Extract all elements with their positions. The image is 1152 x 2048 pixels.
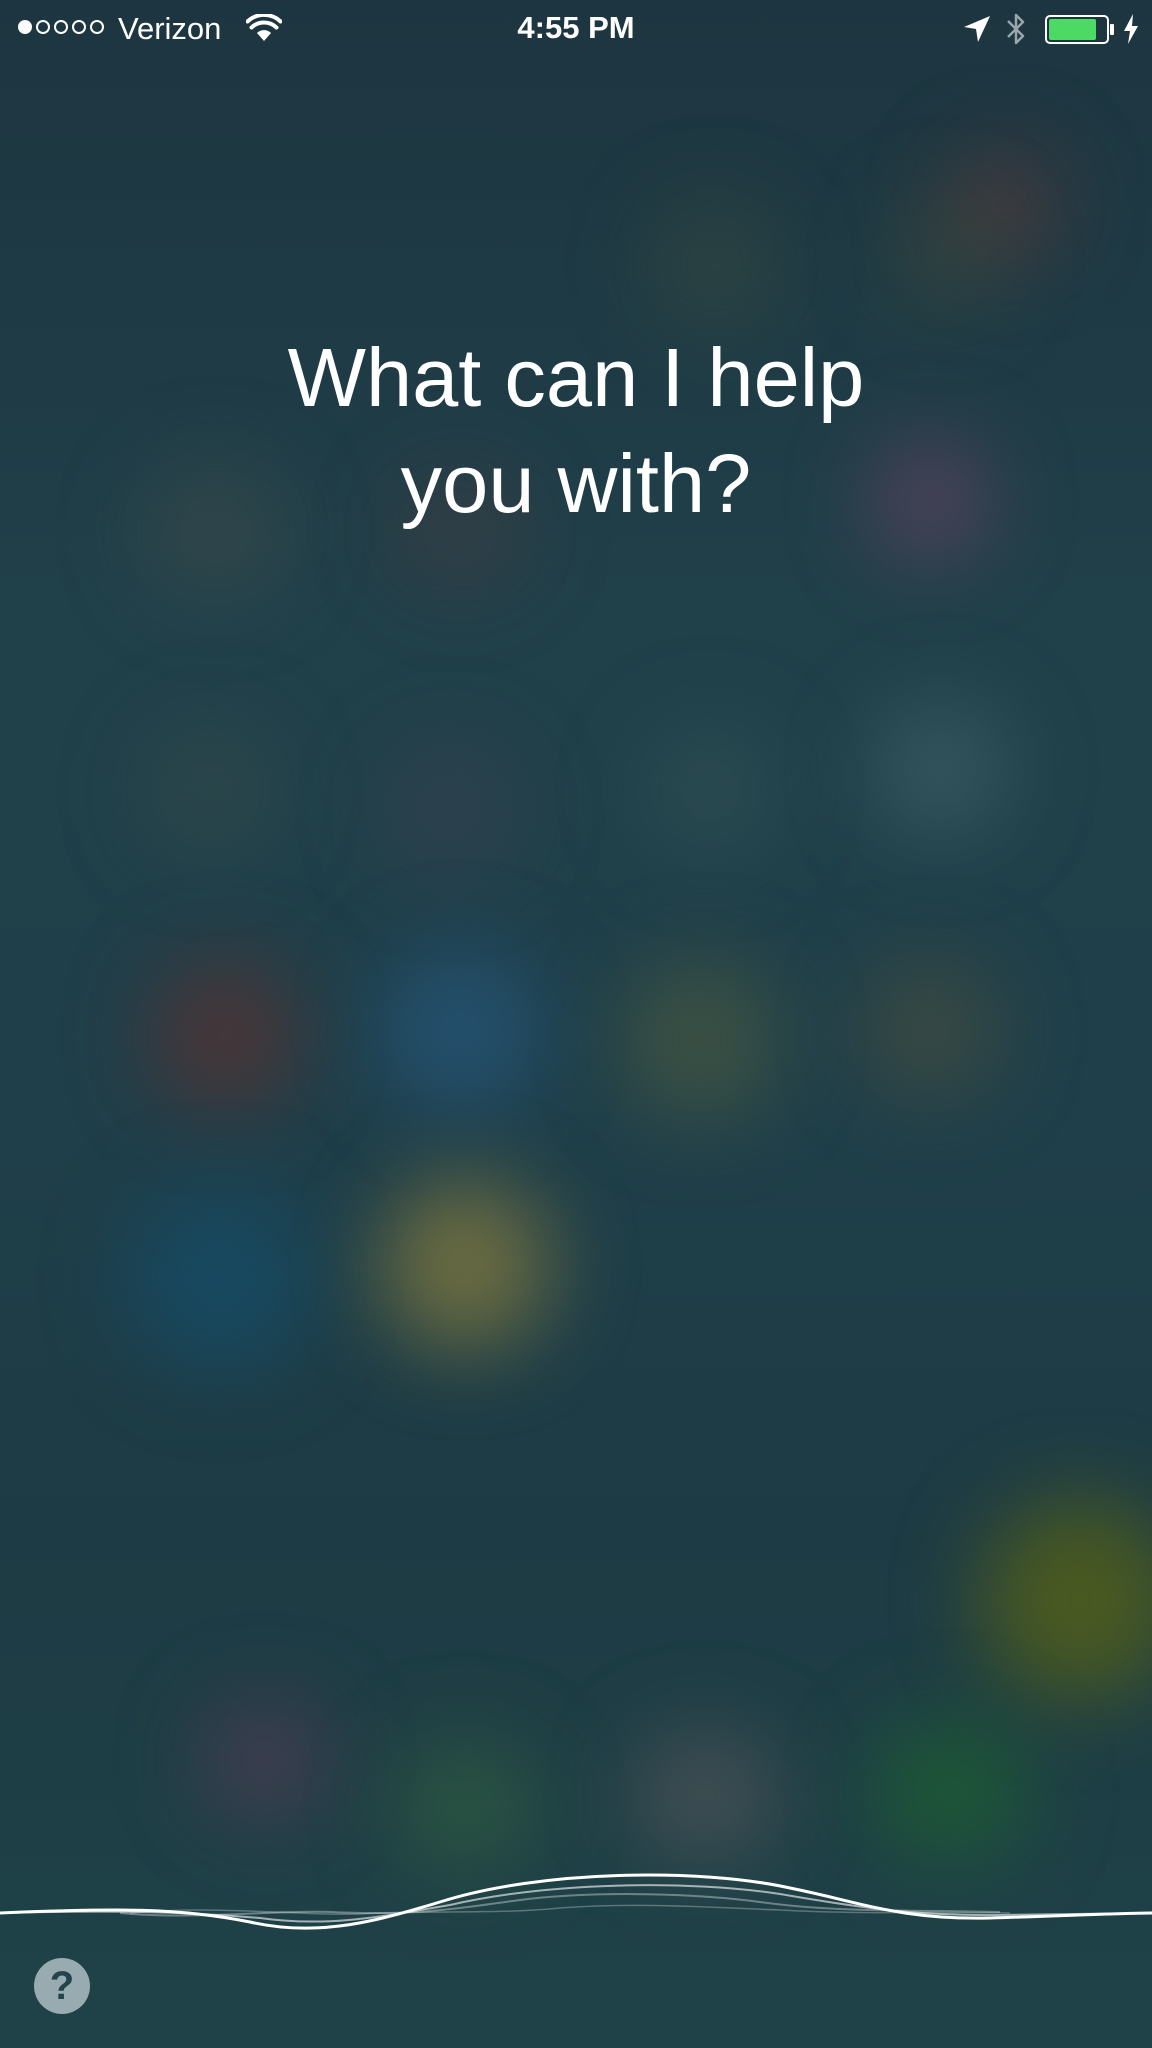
status-bar: Verizon 4:55 PM [0,0,1152,58]
siri-waveform[interactable] [0,1850,1152,1940]
siri-prompt: What can I help you with? [0,325,1152,537]
help-button[interactable]: ? [34,1958,90,2014]
siri-screen: Verizon 4:55 PM What can I help you with… [0,0,1152,2048]
battery-icon [1045,15,1114,44]
bluetooth-icon [1007,13,1025,45]
siri-prompt-line-2: you with? [400,437,752,530]
charging-bolt-icon [1124,14,1138,44]
siri-prompt-line-1: What can I help [287,331,865,424]
location-arrow-icon [964,16,990,42]
blurred-home-screen-background [0,0,1152,2048]
